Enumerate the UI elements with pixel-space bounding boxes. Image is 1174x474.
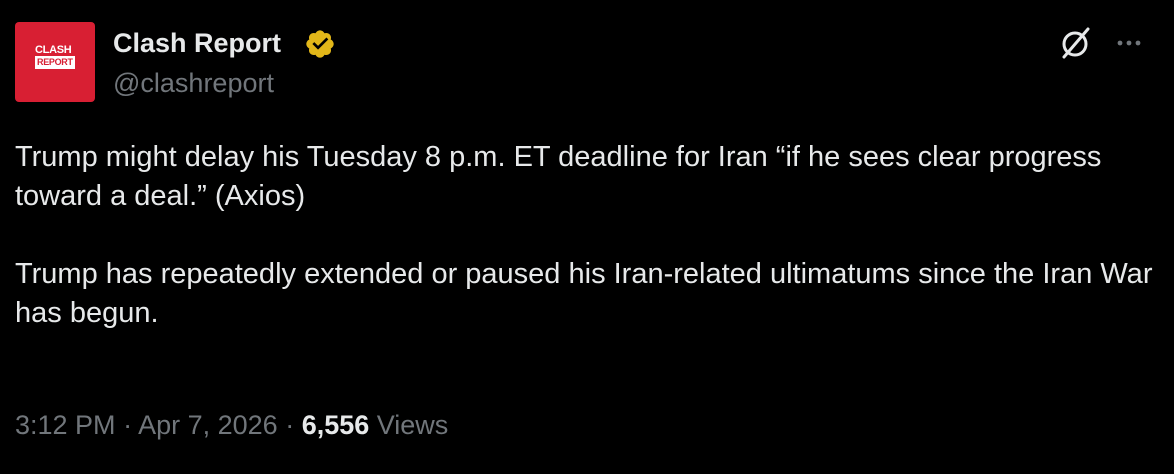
views-label: Views	[369, 410, 449, 440]
avatar[interactable]: CLASH REPORT	[15, 22, 95, 102]
tweet-paragraph-1: Trump might delay his Tuesday 8 p.m. ET …	[15, 141, 1102, 212]
tweet-paragraph-2: Trump has repeatedly extended or paused …	[15, 258, 1153, 329]
logo-line-1: CLASH	[35, 44, 72, 56]
tweet-meta: 3:12 PM · Apr 7, 2026 · 6,556 Views	[15, 408, 448, 442]
more-icon[interactable]	[1114, 28, 1144, 58]
clash-report-logo: CLASH REPORT	[35, 42, 81, 74]
views-count[interactable]: 6,556	[302, 410, 370, 440]
tweet-date[interactable]: Apr 7, 2026	[138, 410, 278, 440]
meta-separator: ·	[115, 410, 139, 440]
meta-separator: ·	[277, 410, 302, 440]
tweet-text: Trump might delay his Tuesday 8 p.m. ET …	[15, 138, 1155, 333]
tweet-time[interactable]: 3:12 PM	[15, 410, 116, 440]
logo-line-2: REPORT	[35, 56, 75, 69]
tweet: CLASH REPORT Clash Report @clashreport T…	[0, 0, 1174, 474]
verified-badge-icon[interactable]	[304, 28, 336, 60]
author-name[interactable]: Clash Report	[113, 26, 281, 60]
grok-icon[interactable]	[1056, 24, 1094, 62]
author-handle[interactable]: @clashreport	[113, 67, 274, 99]
